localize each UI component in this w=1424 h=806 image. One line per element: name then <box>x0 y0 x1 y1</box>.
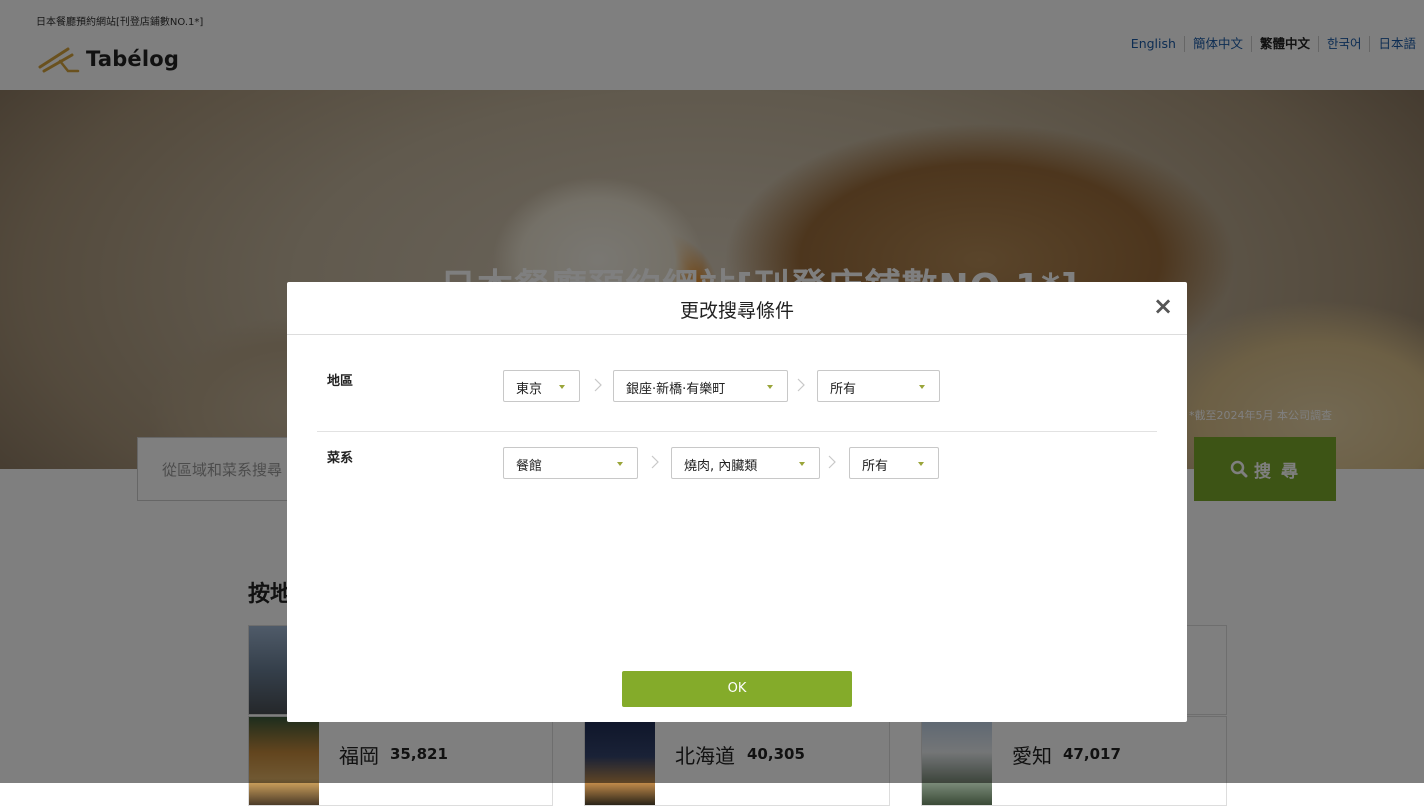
district-select[interactable]: 銀座·新橋·有樂町 <box>613 370 788 402</box>
chevron-right-icon <box>651 455 659 469</box>
modal-title: 更改搜尋條件 <box>679 300 794 322</box>
change-search-modal: 更改搜尋條件 × 地區 東京 銀座·新橋·有樂町 所有 菜系 餐館 燒肉, 內臟… <box>287 282 1187 722</box>
district-select-value: 銀座·新橋·有樂町 <box>626 382 726 397</box>
chevron-right-icon <box>594 378 602 392</box>
area-row-label: 地區 <box>327 374 354 389</box>
cuisine-sub-select[interactable]: 所有 <box>849 447 939 479</box>
chevron-right-icon <box>828 455 836 469</box>
row-divider <box>317 431 1157 432</box>
caret-down-icon <box>918 462 924 466</box>
cuisine-type-select-value: 燒肉, 內臟類 <box>684 459 758 474</box>
cuisine-category-select[interactable]: 餐館 <box>503 447 638 479</box>
ok-button[interactable]: OK <box>622 671 852 707</box>
prefecture-select[interactable]: 東京 <box>503 370 580 402</box>
modal-header: 更改搜尋條件 × <box>287 282 1187 335</box>
caret-down-icon <box>559 385 565 389</box>
cuisine-category-select-value: 餐館 <box>516 459 543 474</box>
cuisine-sub-select-value: 所有 <box>862 459 889 474</box>
chevron-right-icon <box>797 378 805 392</box>
sub-area-select[interactable]: 所有 <box>817 370 940 402</box>
sub-area-select-value: 所有 <box>830 382 857 397</box>
cuisine-row-label: 菜系 <box>327 451 354 466</box>
cuisine-type-select[interactable]: 燒肉, 內臟類 <box>671 447 820 479</box>
caret-down-icon <box>617 462 623 466</box>
caret-down-icon <box>919 385 925 389</box>
caret-down-icon <box>767 385 773 389</box>
close-icon[interactable]: × <box>1153 294 1173 318</box>
caret-down-icon <box>799 462 805 466</box>
prefecture-select-value: 東京 <box>516 382 543 397</box>
